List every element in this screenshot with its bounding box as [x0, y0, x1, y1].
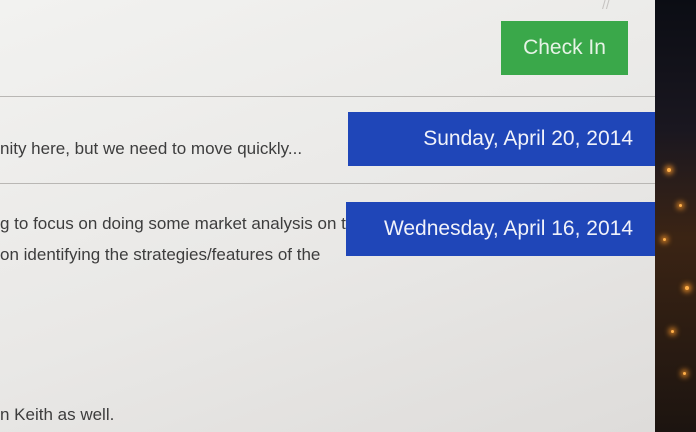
city-light	[685, 286, 689, 290]
entry-date-badge[interactable]: Sunday, April 20, 2014	[348, 112, 655, 166]
app-screen: // Check In nity here, but we need to mo…	[0, 0, 655, 432]
entry-summary-line: nity here, but we need to move quickly..…	[0, 139, 303, 158]
entry-date-badge[interactable]: Wednesday, April 16, 2014	[346, 202, 655, 256]
city-light	[663, 238, 666, 241]
background-city-photo	[655, 0, 696, 432]
entry-summary-line: on identifying the strategies/features o…	[0, 245, 321, 264]
city-light	[667, 168, 671, 172]
entry-divider	[0, 96, 655, 97]
check-in-button[interactable]: Check In	[501, 21, 628, 75]
city-light	[679, 204, 682, 207]
city-light	[683, 372, 686, 375]
entry-summary-line: g to focus on doing some market analysis…	[0, 214, 365, 233]
entry-divider	[0, 183, 655, 184]
city-light	[671, 330, 674, 333]
entry-summary-line: n Keith as well.	[0, 405, 115, 424]
resize-grip-icon: //	[602, 0, 610, 12]
